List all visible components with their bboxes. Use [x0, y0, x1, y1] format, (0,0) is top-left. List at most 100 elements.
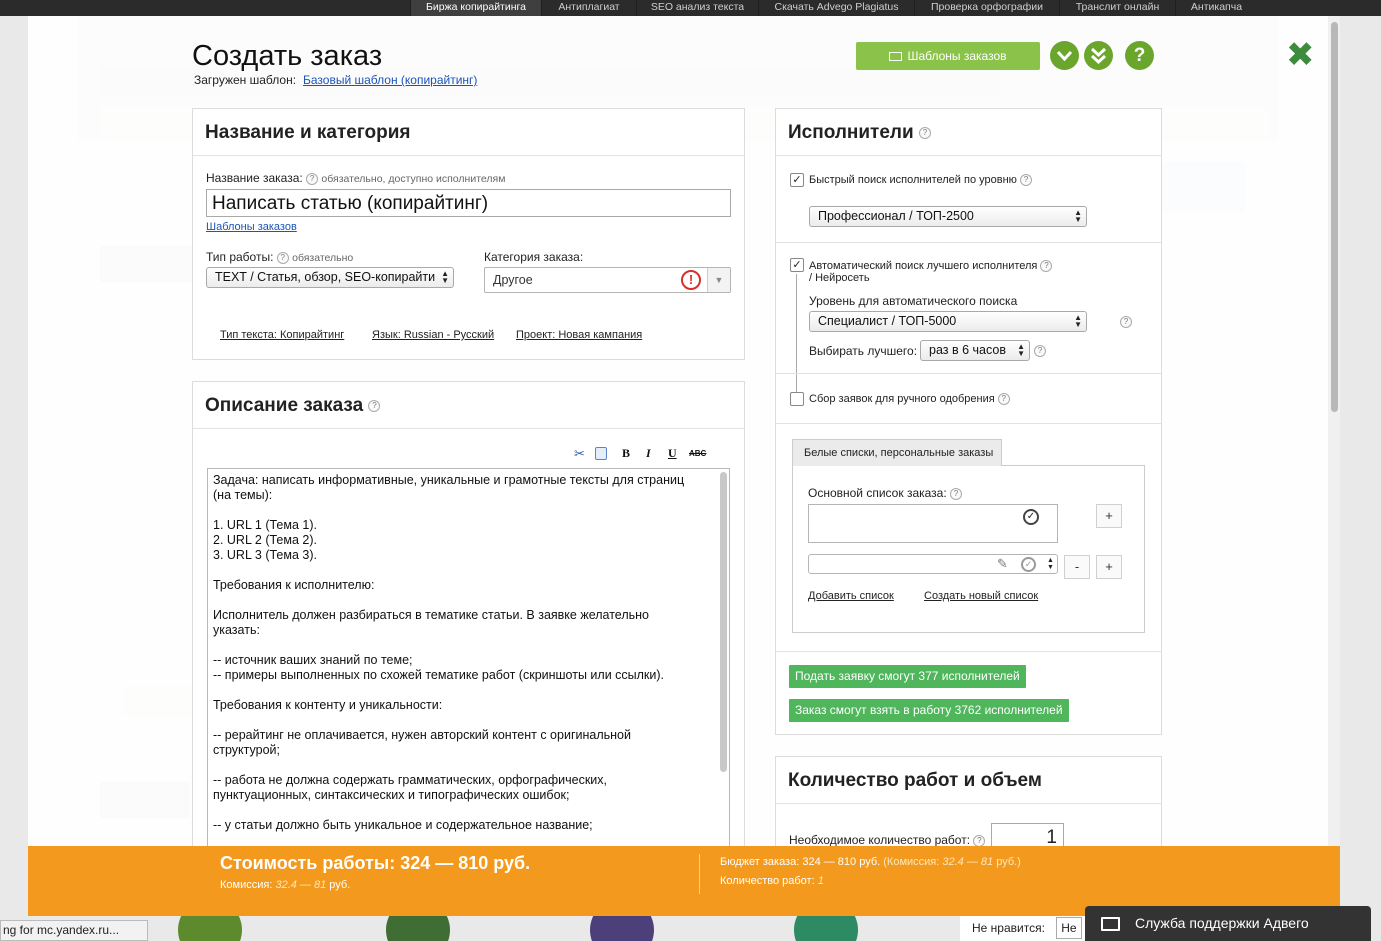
tree-line: [796, 274, 797, 400]
spellcheck-button[interactable]: ABC: [689, 449, 706, 458]
description-title: Описание заказа: [205, 395, 364, 416]
description-line: [213, 683, 724, 698]
template-link[interactable]: Базовый шаблон (копирайтинг): [303, 73, 477, 87]
check-circle-icon[interactable]: ✓: [1023, 509, 1039, 525]
dislike-widget: Не нравится: Не: [960, 916, 1085, 941]
add-main-list-button[interactable]: +: [1096, 504, 1122, 528]
description-line: 3. URL 3 (Тема 3).: [213, 548, 317, 562]
order-name-input[interactable]: Написать статью (копирайтинг): [206, 189, 731, 217]
auto-search-checkbox[interactable]: ✓: [790, 258, 804, 272]
cut-icon[interactable]: ✂: [574, 446, 585, 462]
quick-search-level-value: Профессионал / ТОП-2500: [818, 209, 974, 223]
bar-divider: [699, 854, 700, 894]
support-chat-button[interactable]: Служба поддержки Адвего: [1085, 906, 1371, 941]
collapse-button[interactable]: [1050, 41, 1079, 70]
close-modal-button[interactable]: ✖: [1286, 38, 1315, 72]
category-value: Другое: [493, 273, 533, 287]
help-icon[interactable]: ?: [997, 393, 1010, 406]
help-icon[interactable]: ?: [1034, 345, 1046, 357]
check-circle-icon[interactable]: ✓: [1021, 557, 1036, 572]
auto-level-select[interactable]: Специалист / ТОП-5000 ▲ ▼: [809, 311, 1087, 332]
work-type-value: TEXT / Статья, обзор, SEO-копирайти: [215, 270, 436, 284]
order-templates-button[interactable]: Шаблоны заказов: [856, 42, 1040, 70]
topnav-tab-seo-analysis[interactable]: SEO анализ текста: [636, 0, 758, 16]
template-label: Загружен шаблон:: [194, 73, 297, 87]
topnav-tab-plagiatus[interactable]: Скачать Advego Plagiatus: [758, 0, 914, 16]
description-line: пунктуационных, синтаксических и типогра…: [213, 788, 570, 802]
underline-button[interactable]: U: [668, 446, 677, 461]
take-performers-button[interactable]: Заказ смогут взять в работу 3762 исполни…: [789, 699, 1069, 722]
help-icon[interactable]: ?: [276, 251, 289, 264]
support-label: Служба поддержки Адвего: [1135, 915, 1309, 931]
description-line: структурой;: [213, 743, 280, 757]
topnav-tab-translit[interactable]: Транслит онлайн: [1059, 0, 1175, 16]
work-type-label: Тип работы:: [206, 250, 274, 264]
help-icon[interactable]: ?: [1120, 316, 1132, 328]
description-line: [213, 803, 724, 818]
quick-search-level-select[interactable]: Профессионал / ТОП-2500 ▲ ▼: [809, 206, 1087, 227]
topnav-tab-anticaptcha[interactable]: Антикапча: [1175, 0, 1257, 16]
description-line: (на темы):: [213, 488, 273, 502]
commission-currency: руб.: [329, 879, 351, 891]
paste-icon[interactable]: [595, 447, 607, 460]
order-templates-link[interactable]: Шаблоны заказов: [206, 221, 297, 233]
category-label: Категория заказа:: [484, 250, 584, 264]
bold-button[interactable]: B: [622, 446, 630, 461]
performers-title: Исполнители: [788, 122, 914, 143]
name-category-panel: Название и категория Название заказа: ? …: [192, 108, 745, 360]
description-line: 2. URL 2 (Тема 2).: [213, 533, 317, 547]
quick-search-checkbox[interactable]: ✓: [790, 173, 804, 187]
works-count-label: Количество работ:: [720, 875, 815, 887]
count-label: Необходимое количество работ:: [789, 833, 971, 847]
description-line: [213, 593, 724, 608]
help-button[interactable]: ?: [1125, 41, 1154, 70]
description-line: Требования к контенту и уникальности:: [213, 698, 443, 712]
order-name-label: Название заказа:: [206, 171, 303, 185]
performers-header: Исполнители ?: [776, 109, 1161, 156]
help-icon[interactable]: ?: [950, 487, 963, 500]
choose-best-value: раз в 6 часов: [929, 343, 1006, 357]
help-icon[interactable]: ?: [1040, 260, 1053, 273]
create-list-link[interactable]: Создать новый список: [924, 590, 1038, 602]
language-link[interactable]: Язык: Russian - Русский: [372, 329, 494, 341]
add-list-link[interactable]: Добавить список: [808, 590, 894, 602]
description-line: Задача: написать информативные, уникальн…: [213, 473, 685, 487]
work-type-select[interactable]: TEXT / Статья, обзор, SEO-копирайти ▲ ▼: [206, 267, 454, 288]
description-line: [213, 638, 724, 653]
topnav-tab-spelling[interactable]: Проверка орфографии: [914, 0, 1059, 16]
text-type-link[interactable]: Тип текста: Копирайтинг: [220, 329, 344, 341]
help-icon[interactable]: ?: [1019, 174, 1032, 187]
help-icon[interactable]: ?: [368, 399, 381, 412]
remove-list-button[interactable]: -: [1064, 555, 1090, 579]
category-select[interactable]: Другое ! ▼: [484, 267, 731, 293]
modal-scrollbar-thumb[interactable]: [1331, 22, 1338, 412]
dislike-select[interactable]: Не: [1056, 917, 1082, 939]
choose-best-select[interactable]: раз в 6 часов ▲ ▼: [920, 340, 1030, 361]
apply-performers-button[interactable]: Подать заявку смогут 377 исполнителей: [789, 665, 1026, 688]
auto-level-label: Уровень для автоматического поиска: [809, 294, 1018, 308]
description-header: Описание заказа ?: [193, 382, 744, 429]
select-arrows-icon: ▲ ▼: [1047, 557, 1054, 571]
order-templates-label: Шаблоны заказов: [907, 49, 1007, 63]
select-arrows-icon: ▲ ▼: [1074, 313, 1082, 329]
dropdown-toggle[interactable]: ▼: [707, 268, 730, 292]
main-list-input[interactable]: ✓: [808, 504, 1058, 543]
order-name-hint: обязательно, доступно исполнителям: [321, 173, 506, 185]
add-list-button[interactable]: +: [1096, 555, 1122, 579]
whitelist-tab[interactable]: Белые списки, персональные заказы: [792, 439, 1002, 466]
section-divider: [776, 651, 1161, 652]
select-arrows-icon: ▲ ▼: [441, 269, 449, 285]
description-line: 1. URL 1 (Тема 1).: [213, 518, 317, 532]
topnav-tab-antiplagiat[interactable]: Антиплагиат: [541, 0, 636, 16]
description-textarea[interactable]: Задача: написать информативные, уникальн…: [207, 468, 730, 848]
pencil-icon[interactable]: ✎: [997, 556, 1008, 572]
list-select-input[interactable]: ✎ ✓ ▲ ▼: [808, 554, 1058, 574]
italic-button[interactable]: I: [646, 446, 651, 461]
topnav-tab-exchange[interactable]: Биржа копирайтинга: [410, 0, 541, 16]
textarea-scrollbar[interactable]: [720, 472, 727, 772]
project-link[interactable]: Проект: Новая кампания: [516, 329, 642, 341]
manual-collect-checkbox[interactable]: [790, 392, 804, 406]
help-icon[interactable]: ?: [306, 172, 319, 185]
help-icon[interactable]: ?: [918, 126, 931, 139]
expand-all-button[interactable]: [1084, 41, 1113, 70]
